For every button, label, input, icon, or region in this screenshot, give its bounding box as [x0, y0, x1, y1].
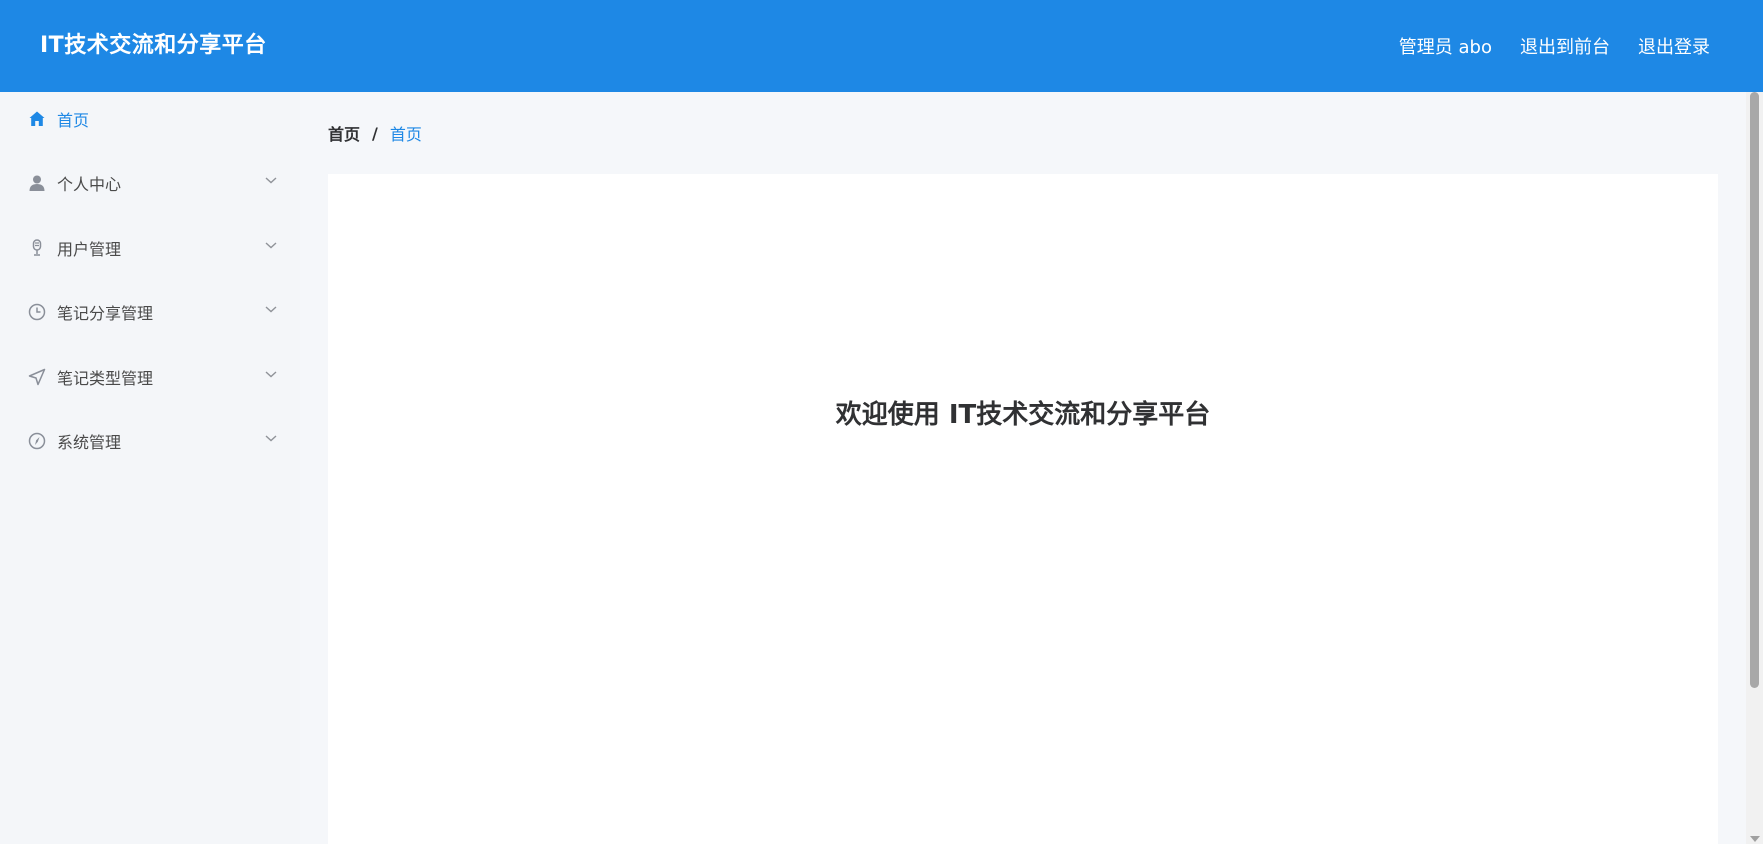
sidebar-item-personal-center[interactable]: 个人中心	[0, 151, 300, 216]
scroll-down-arrow-icon[interactable]	[1750, 836, 1760, 842]
sidebar-menu: 首页 个人中心 用户管理 笔记分享管理 笔记类型管理 系统管理	[0, 92, 300, 844]
back-to-front-link[interactable]: 退出到前台	[1520, 33, 1610, 59]
breadcrumb-separator: /	[372, 123, 378, 143]
sidebar-item-label: 用户管理	[57, 239, 122, 259]
sidebar-item-label: 系统管理	[57, 433, 122, 453]
breadcrumb-home-link[interactable]: 首页	[328, 121, 360, 145]
breadcrumb: 首页 / 首页	[328, 121, 422, 145]
sidebar-item-note-share-management[interactable]: 笔记分享管理	[0, 280, 300, 345]
sidebar-item-label: 笔记分享管理	[57, 304, 154, 324]
chevron-down-icon	[265, 242, 277, 249]
chevron-down-icon	[265, 306, 277, 313]
main-content-card: 欢迎使用 IT技术交流和分享平台	[328, 174, 1718, 844]
microphone-icon	[28, 239, 46, 257]
sidebar-item-label: 笔记类型管理	[57, 368, 154, 388]
clock-icon	[28, 303, 46, 321]
sidebar-item-system-management[interactable]: 系统管理	[0, 409, 300, 474]
top-navbar: IT技术交流和分享平台 管理员 abo 退出到前台 退出登录	[0, 0, 1763, 92]
logout-link[interactable]: 退出登录	[1638, 33, 1710, 59]
admin-user-label: 管理员 abo	[1398, 37, 1492, 58]
compass-icon	[28, 432, 46, 450]
welcome-message: 欢迎使用 IT技术交流和分享平台	[835, 400, 1211, 430]
top-actions: 管理员 abo 退出到前台 退出登录	[1399, 0, 1710, 92]
home-icon	[28, 110, 46, 128]
sidebar-item-label: 个人中心	[57, 175, 122, 195]
sidebar-item-user-management[interactable]: 用户管理	[0, 216, 300, 281]
sidebar-item-home[interactable]: 首页	[0, 86, 300, 151]
user-icon	[28, 174, 46, 192]
page-scrollbar[interactable]	[1746, 92, 1763, 844]
sidebar-item-label: 首页	[57, 110, 90, 130]
send-icon	[28, 368, 46, 386]
chevron-down-icon	[265, 371, 277, 378]
breadcrumb-current: 首页	[389, 125, 422, 144]
app-title: IT技术交流和分享平台	[40, 33, 267, 58]
sidebar-item-note-type-management[interactable]: 笔记类型管理	[0, 345, 300, 410]
scrollbar-thumb[interactable]	[1750, 92, 1759, 688]
chevron-down-icon	[265, 435, 277, 442]
chevron-down-icon	[265, 177, 277, 184]
